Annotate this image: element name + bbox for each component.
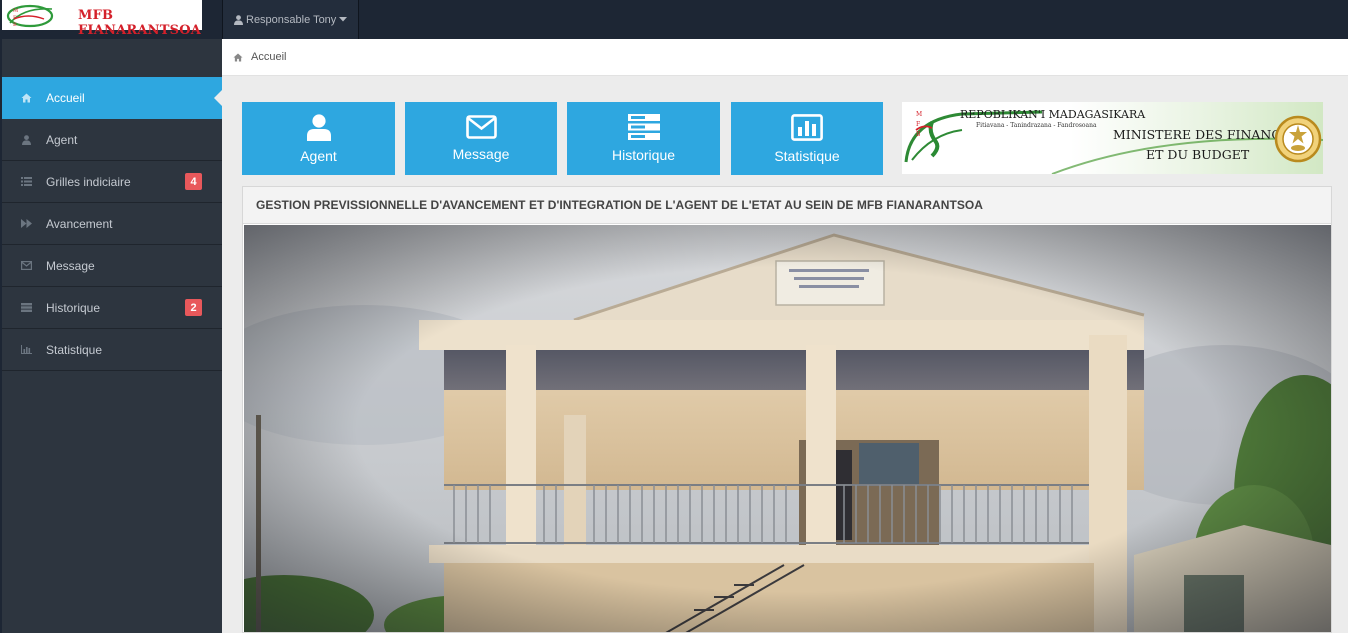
home-icon xyxy=(20,92,32,104)
welcome-panel: GESTION PREVISSIONNELLE D'AVANCEMENT ET … xyxy=(242,186,1332,633)
sidebar-item-label: Historique xyxy=(46,300,101,315)
sidebar-item-avancement[interactable]: Avancement xyxy=(2,203,222,245)
tile-label: Statistique xyxy=(774,147,840,164)
sidebar-item-label: Agent xyxy=(46,132,78,147)
home-icon xyxy=(233,52,243,62)
breadcrumb: Accueil xyxy=(222,39,1348,76)
sidebar-item-label: Grilles indiciaire xyxy=(46,174,131,189)
tile-label: Agent xyxy=(300,147,337,164)
user-icon xyxy=(234,14,243,25)
user-name: Responsable Tony xyxy=(246,13,337,26)
panel-title: GESTION PREVISSIONNELLE D'AVANCEMENT ET … xyxy=(243,187,1331,224)
sidebar-item-label: Message xyxy=(46,258,95,273)
svg-text:F: F xyxy=(13,15,17,21)
count-badge: 4 xyxy=(185,173,202,190)
banner-ministry: MINISTERE DES FINANCES xyxy=(1113,127,1299,142)
envelope-icon xyxy=(20,260,32,272)
user-icon xyxy=(20,134,32,146)
bar-chart-icon xyxy=(791,113,823,141)
svg-text:B: B xyxy=(916,131,921,138)
tile-agent[interactable]: Agent xyxy=(242,102,395,175)
banner-motto: Fitiavana - Tanindrazana - Fandrosoana xyxy=(976,122,1097,129)
user-icon xyxy=(306,113,331,141)
sidebar-item-historique[interactable]: Historique 2 xyxy=(2,287,222,329)
top-navbar: M F B MFB FIANARANTSOA Responsable Tony xyxy=(0,0,1348,39)
user-menu[interactable]: Responsable Tony xyxy=(222,0,360,39)
svg-text:B: B xyxy=(13,22,17,28)
sidebar-item-label: Avancement xyxy=(46,216,113,231)
banner-country: REPOBLIKAN'I MADAGASIKARA xyxy=(960,108,1146,121)
brand-name: MFB FIANARANTSOA xyxy=(78,8,202,38)
sidebar-item-grilles-indiciaire[interactable]: Grilles indiciaire 4 xyxy=(2,161,222,203)
svg-text:M: M xyxy=(916,111,922,118)
brand[interactable]: M F B MFB FIANARANTSOA xyxy=(2,0,202,38)
ministry-banner: M F B REPOBLIKAN'I MADAGASIKARA Fitiavan… xyxy=(902,102,1323,174)
list-icon xyxy=(20,176,32,188)
mfb-logo: M F B xyxy=(6,4,54,28)
tile-label: Message xyxy=(452,146,510,162)
caret-down-icon xyxy=(339,17,348,22)
tile-statistique[interactable]: Statistique xyxy=(731,102,883,175)
envelope-icon xyxy=(465,115,497,139)
sidebar-item-statistique[interactable]: Statistique xyxy=(2,329,222,371)
forward-icon xyxy=(20,218,32,230)
server-icon xyxy=(20,302,32,314)
sidebar: Accueil Agent Grilles indiciaire 4 Avanc… xyxy=(0,39,222,633)
building-photo xyxy=(244,225,1331,632)
sidebar-item-accueil[interactable]: Accueil xyxy=(2,77,222,119)
tile-message[interactable]: Message xyxy=(405,102,557,175)
national-emblem-icon xyxy=(1274,115,1322,163)
bar-chart-icon xyxy=(20,344,32,356)
count-badge: 2 xyxy=(185,299,202,316)
server-icon xyxy=(627,114,660,140)
sidebar-item-label: Accueil xyxy=(46,90,85,105)
tile-historique[interactable]: Historique xyxy=(567,102,720,175)
tile-label: Historique xyxy=(611,147,676,163)
banner-ministry-sub: ET DU BUDGET xyxy=(1146,147,1250,162)
svg-text:M: M xyxy=(13,8,18,14)
svg-text:F: F xyxy=(916,121,920,128)
sidebar-item-agent[interactable]: Agent xyxy=(2,119,222,161)
breadcrumb-current[interactable]: Accueil xyxy=(251,51,286,63)
sidebar-item-message[interactable]: Message xyxy=(2,245,222,287)
sidebar-item-label: Statistique xyxy=(46,342,103,357)
